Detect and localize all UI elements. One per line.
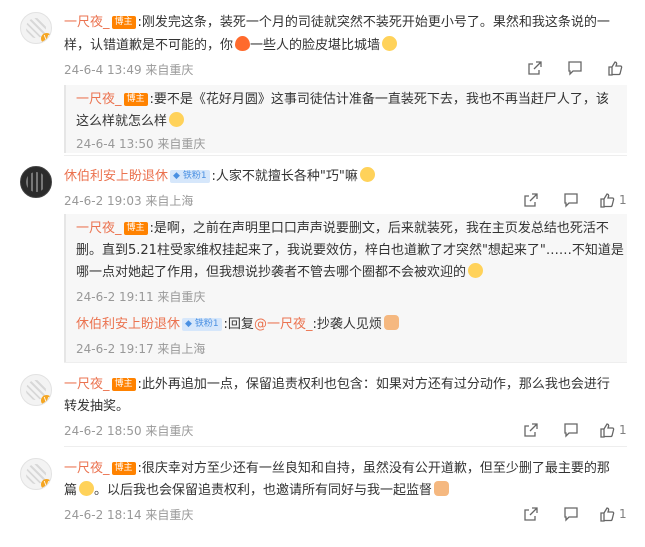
mention-link[interactable]: @一尺夜_ bbox=[254, 317, 313, 332]
username[interactable]: 一尺夜_ bbox=[64, 461, 110, 476]
comment-text: 篇 bbox=[64, 483, 78, 498]
reply-text: :抄袭人见烦 bbox=[312, 317, 382, 332]
divider bbox=[64, 362, 627, 363]
share-icon bbox=[524, 423, 538, 437]
comment-button[interactable] bbox=[559, 420, 583, 440]
comment-text: 样，认错道歉是不可能的，你 bbox=[64, 38, 234, 53]
comment-text: :刚发完这条，装死一个月的司徒就突然不装死开始更小号了。果然和我这条说的一 bbox=[137, 15, 610, 30]
like-button[interactable]: 1 bbox=[599, 504, 627, 524]
reply-text: 删。直到5.21柱受家维权挂起来了，我说要效仿，梓白也道歉了才突然"想起来了"…… bbox=[76, 243, 624, 258]
reply-text: 这么样就怎么样 bbox=[76, 114, 168, 129]
share-button[interactable] bbox=[519, 190, 543, 210]
smile-emoji-icon bbox=[79, 481, 95, 496]
comment-icon bbox=[568, 61, 582, 76]
avatar[interactable]: V bbox=[20, 12, 52, 44]
blogger-badge: 博主 bbox=[123, 93, 148, 106]
thumbs-up-icon bbox=[600, 423, 615, 438]
username[interactable]: 休伯利安上盼退休 bbox=[76, 317, 180, 332]
like-count: 1 bbox=[619, 507, 627, 521]
username[interactable]: 一尺夜_ bbox=[64, 377, 110, 392]
fire-emoji-icon bbox=[235, 36, 251, 51]
comment-actions: 1 bbox=[503, 190, 627, 210]
comment-actions: 1 bbox=[503, 504, 627, 524]
like-button[interactable]: 1 bbox=[599, 190, 627, 210]
avatar[interactable]: V bbox=[20, 374, 52, 406]
thumbs-up-icon bbox=[608, 61, 623, 76]
comment-button[interactable] bbox=[563, 58, 587, 78]
comment-actions bbox=[507, 58, 627, 78]
comment-time: 24-6-4 13:49 来自重庆 bbox=[64, 63, 194, 77]
comment-icon bbox=[564, 423, 578, 438]
comment-text: :人家不就擅长各种"巧"嘛 bbox=[211, 169, 358, 184]
like-count: 1 bbox=[619, 423, 627, 437]
blogger-badge: 博主 bbox=[111, 378, 136, 391]
reply-text: :要不是《花好月圆》这事司徒估计准备一直装死下去，我也不再当赶尸人了，该 bbox=[149, 92, 609, 107]
blogger-badge: 博主 bbox=[111, 16, 136, 29]
reply-time: 24-6-4 13:50 来自重庆 bbox=[76, 137, 206, 151]
comment-text: 转发抽奖。 bbox=[64, 399, 130, 414]
divider bbox=[64, 155, 627, 156]
reply-text: :是啊，之前在声明里口口声声说要删文，后来就装死，我在主页发总结也死活不 bbox=[149, 221, 609, 236]
comment-button[interactable] bbox=[559, 190, 583, 210]
thumbs-up-icon bbox=[600, 193, 615, 208]
comment-text: 。以后我也会保留追责权利，也邀请所有同好与我一起监督 bbox=[94, 483, 433, 498]
reply-time: 24-6-2 19:11 来自重庆 bbox=[76, 290, 206, 304]
share-button[interactable] bbox=[519, 504, 543, 524]
divider bbox=[64, 446, 627, 447]
username[interactable]: 一尺夜_ bbox=[76, 221, 122, 236]
share-icon bbox=[524, 507, 538, 521]
reply-block: 一尺夜_ 博主:是啊，之前在声明里口口声声说要删文，后来就装死，我在主页发总结也死… bbox=[64, 214, 627, 362]
share-button[interactable] bbox=[523, 58, 547, 78]
username[interactable]: 一尺夜_ bbox=[76, 92, 122, 107]
comment-icon bbox=[564, 193, 578, 208]
comment-button[interactable] bbox=[559, 504, 583, 524]
handshake-emoji-icon bbox=[434, 481, 450, 496]
verified-icon: V bbox=[41, 33, 51, 43]
avatar[interactable] bbox=[20, 166, 52, 198]
thumbs-up-icon bbox=[600, 507, 615, 522]
fans-badge: ◆ 铁粉1 bbox=[182, 318, 222, 331]
reply-text: :回复 bbox=[223, 317, 254, 332]
blogger-badge: 博主 bbox=[123, 222, 148, 235]
smile-emoji-icon bbox=[359, 167, 375, 182]
share-icon bbox=[528, 61, 542, 75]
avatar[interactable]: V bbox=[20, 458, 52, 490]
share-icon bbox=[524, 193, 538, 207]
comment-text: :此外再追加一点，保留追责权利也包含：如果对方还有过分动作，那么我也会进行 bbox=[137, 377, 610, 392]
comment-icon bbox=[564, 507, 578, 522]
comment-text: 一些人的脸皮堪比城墙 bbox=[250, 38, 381, 53]
like-button[interactable] bbox=[603, 58, 627, 78]
thumbs-down-emoji-icon bbox=[383, 315, 399, 330]
share-button[interactable] bbox=[519, 420, 543, 440]
comment-text: :很庆幸对方至少还有一丝良知和自持，虽然没有公开道歉，但至少删了最主要的那 bbox=[137, 461, 610, 476]
username[interactable]: 一尺夜_ bbox=[64, 15, 110, 30]
reply-text: 哪一点对她起了作用，但我想说抄袭者不管去哪个圈都不会被欢迎的 bbox=[76, 265, 467, 280]
username[interactable]: 休伯利安上盼退休 bbox=[64, 169, 168, 184]
smile-emoji-icon bbox=[382, 36, 398, 51]
verified-icon: V bbox=[41, 395, 51, 405]
like-count: 1 bbox=[619, 193, 627, 207]
comment-time: 24-6-2 18:50 来自重庆 bbox=[64, 424, 194, 438]
comment-actions: 1 bbox=[503, 420, 627, 440]
comment-time: 24-6-2 18:14 来自重庆 bbox=[64, 508, 194, 522]
blogger-badge: 博主 bbox=[111, 462, 136, 475]
like-button[interactable]: 1 bbox=[599, 420, 627, 440]
verified-icon: V bbox=[41, 479, 51, 489]
reply-block: 一尺夜_ 博主:要不是《花好月圆》这事司徒估计准备一直装死下去，我也不再当赶尸人了… bbox=[64, 85, 627, 153]
fans-badge: ◆ 铁粉1 bbox=[170, 170, 210, 183]
comment-time: 24-6-2 19:03 来自上海 bbox=[64, 194, 194, 208]
laugh-emoji-icon bbox=[169, 112, 185, 127]
reply-time: 24-6-2 19:17 来自上海 bbox=[76, 342, 206, 356]
smile-emoji-icon bbox=[468, 263, 484, 278]
